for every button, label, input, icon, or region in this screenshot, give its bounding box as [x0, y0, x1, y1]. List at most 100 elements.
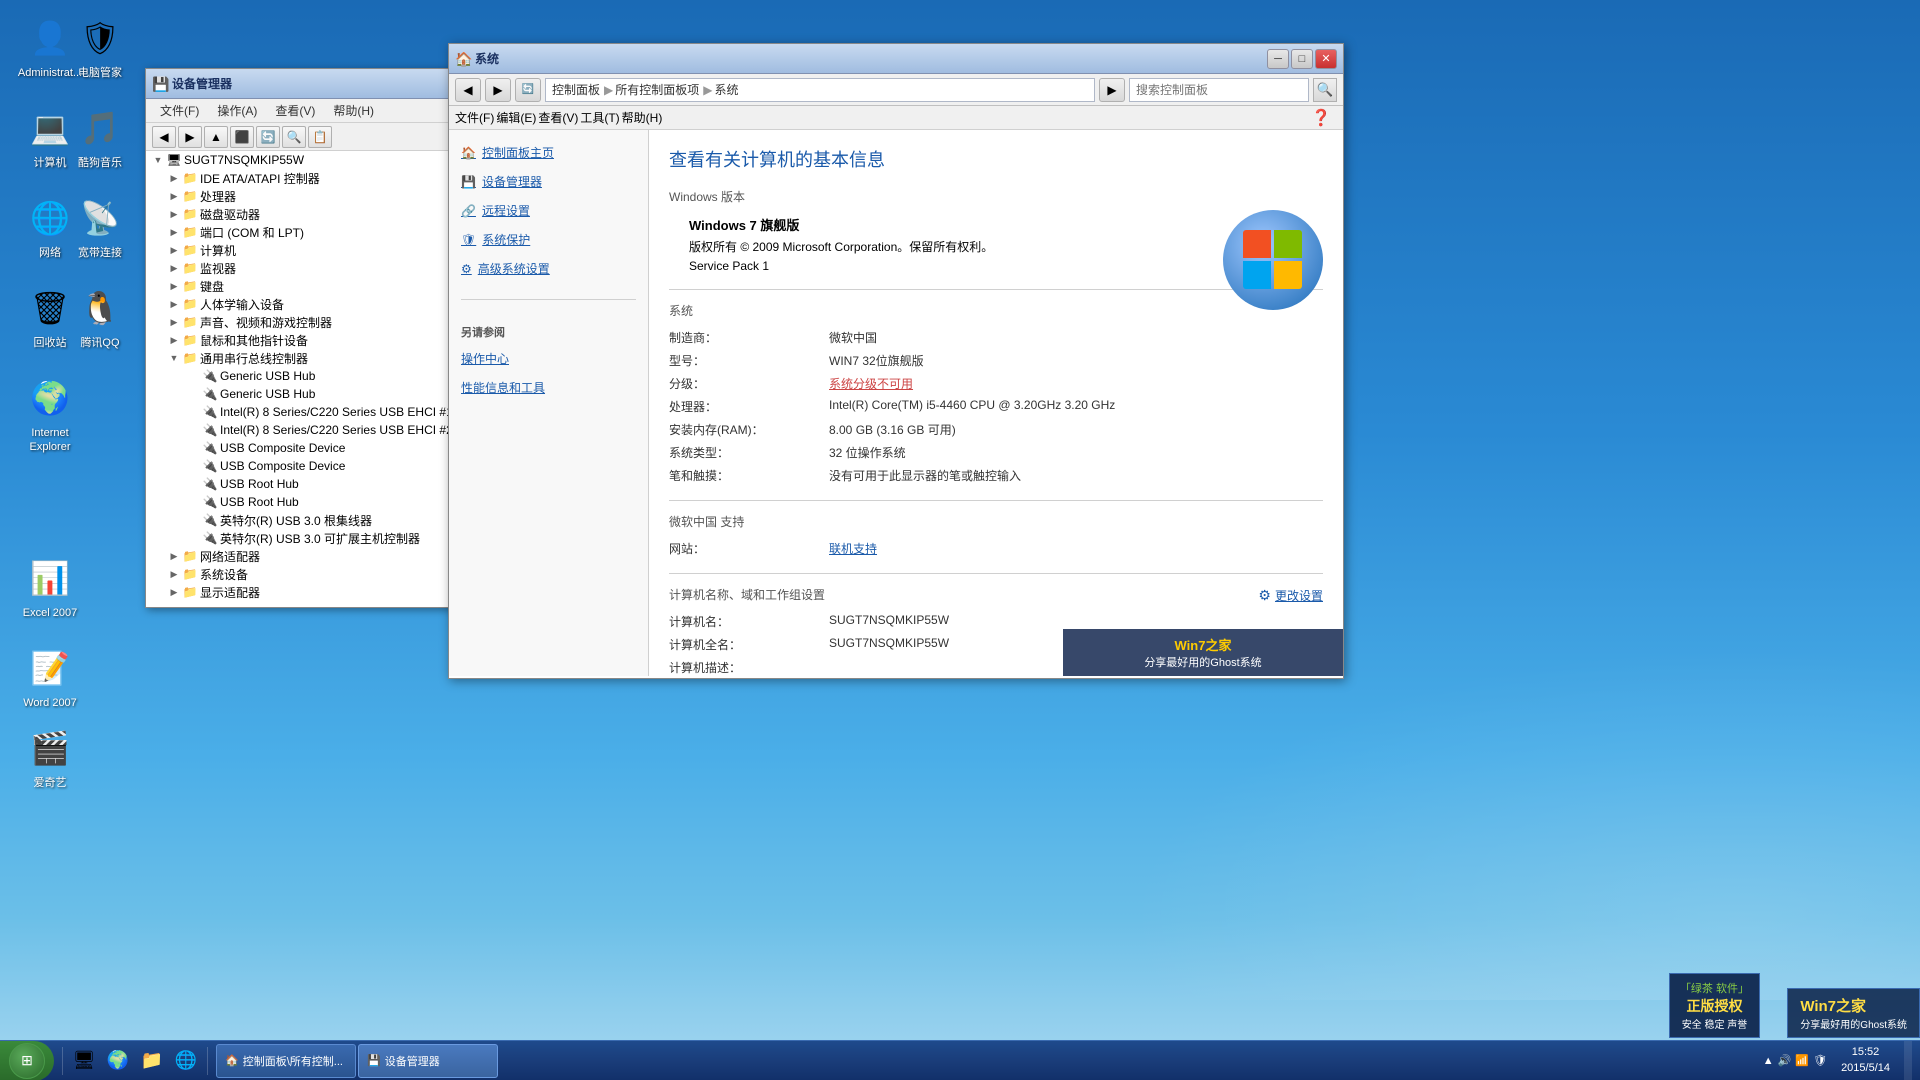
sidebar-link-remote[interactable]: 🔗 远程设置	[449, 196, 648, 225]
sysinfo-close-btn[interactable]: ✕	[1315, 49, 1337, 69]
search-input[interactable]	[1129, 78, 1309, 102]
item-icon: 📁	[182, 296, 198, 312]
dm-scan-btn[interactable]: 🔍	[282, 126, 306, 148]
search-btn[interactable]: 🔍	[1313, 78, 1337, 102]
sysinfo-minimize-btn[interactable]: ─	[1267, 49, 1289, 69]
addr-refresh-btn[interactable]: 🔄	[515, 78, 541, 102]
desktop-icon-broadband[interactable]: 📡 宽带连接	[60, 190, 140, 264]
tray-network-icon[interactable]: 📶	[1795, 1054, 1809, 1067]
si-menu-tools[interactable]: 工具(T)	[580, 109, 619, 126]
path-system: 系统	[715, 81, 739, 98]
taskbar-btn-devmgr[interactable]: 💾 设备管理器	[358, 1044, 498, 1078]
watermark-win7home-tagline: 分享最好用的Ghost系统	[1800, 1016, 1907, 1031]
dm-menu-file[interactable]: 文件(F)	[152, 100, 207, 121]
path-controlpanel: 控制面板 ▶	[552, 81, 615, 98]
devmgr-label: 设备管理器	[482, 173, 542, 190]
processor-value: Intel(R) Core(TM) i5-4460 CPU @ 3.20GHz …	[829, 398, 1323, 415]
dm-menu-view[interactable]: 查看(V)	[267, 100, 323, 121]
item-label: 网络适配器	[198, 548, 260, 565]
remote-label: 远程设置	[482, 202, 530, 219]
dm-menu-help[interactable]: 帮助(H)	[325, 100, 382, 121]
item-label: 鼠标和其他指针设备	[198, 332, 308, 349]
item-icon: 📁	[182, 242, 198, 258]
dm-refresh-btn[interactable]: 🔄	[256, 126, 280, 148]
child-expander	[186, 476, 202, 492]
item-icon: 📁	[182, 188, 198, 204]
windows-version-label: Windows 版本	[669, 188, 1323, 207]
child-icon: 🔌	[202, 368, 218, 384]
desktop-icon-iqiyi[interactable]: 🎬 爱奇艺	[10, 720, 90, 794]
child-label: USB Composite Device	[218, 459, 345, 473]
devmgr-icon: 💾	[461, 175, 476, 189]
iqiyi-label: 爱奇艺	[14, 776, 86, 790]
sysinfo-maximize-btn[interactable]: □	[1291, 49, 1313, 69]
system-type-label: 系统类型：	[669, 444, 829, 461]
pen-row: 笔和触摸： 没有可用于此显示器的笔或触控输入	[669, 467, 1323, 484]
sysinfo-body: 🏠 控制面板主页 💾 设备管理器 🔗 远程设置 🛡 系统保护 ⚙ 高	[449, 130, 1343, 676]
tray-volume-icon[interactable]: 🔊	[1778, 1054, 1792, 1067]
item-expander: ▶	[166, 206, 182, 222]
si-menu-help[interactable]: 帮助(H)	[622, 109, 663, 126]
advanced-icon: ⚙	[461, 262, 472, 276]
dm-up-btn[interactable]: ▲	[204, 126, 228, 148]
item-expander: ▶	[166, 548, 182, 564]
sidebar-link-performance[interactable]: 性能信息和工具	[449, 373, 648, 402]
dm-back-btn[interactable]: ◀	[152, 126, 176, 148]
start-button[interactable]: ⊞	[0, 1041, 54, 1080]
help-icon[interactable]: ❓	[1305, 106, 1337, 130]
dm-props-btn[interactable]: 📋	[308, 126, 332, 148]
pen-label: 笔和触摸：	[669, 467, 829, 484]
iqiyi-icon: 🎬	[26, 724, 74, 772]
si-menu-view[interactable]: 查看(V)	[538, 109, 578, 126]
ql-ie2-btn[interactable]: 🌐	[169, 1044, 203, 1078]
tray-clock[interactable]: 15:52 2015/5/14	[1833, 1045, 1898, 1076]
taskbar-btn-controlpanel[interactable]: 🏠 控制面板\所有控制...	[216, 1044, 356, 1078]
dm-stop-btn[interactable]: ⬛	[230, 126, 254, 148]
tray-expand-icon[interactable]: ▲	[1763, 1055, 1774, 1067]
change-settings-wrapper: ⚙ 更改设置	[1258, 587, 1323, 604]
dm-menu-action[interactable]: 操作(A)	[209, 100, 265, 121]
si-menu-file[interactable]: 文件(F)	[455, 109, 494, 126]
addr-path[interactable]: 控制面板 ▶ 所有控制面板项 ▶ 系统	[545, 78, 1095, 102]
child-expander	[186, 530, 202, 546]
ie-icon: 🌍	[26, 374, 74, 422]
sidebar-link-actioncenter[interactable]: 操作中心	[449, 344, 648, 373]
addr-go-btn[interactable]: ▶	[1099, 78, 1125, 102]
watermark-site: Win7之家	[1073, 635, 1333, 654]
greentea-line3: 安全 稳定 声誉	[1680, 1016, 1749, 1031]
win7home-watermark: Win7之家 分享最好用的Ghost系统	[1787, 988, 1920, 1038]
root-expander: ▼	[150, 152, 166, 168]
dm-forward-btn[interactable]: ▶	[178, 126, 202, 148]
pen-value: 没有可用于此显示器的笔或触控输入	[829, 467, 1323, 484]
desktop-icon-kugou[interactable]: 🎵 酷狗音乐	[60, 100, 140, 174]
si-menu-edit[interactable]: 编辑(E)	[496, 109, 536, 126]
desktop-icon-jiankang[interactable]: 🛡 电脑管家	[60, 10, 140, 84]
ql-ie-btn[interactable]: 🌍	[101, 1044, 135, 1078]
show-desktop-strip[interactable]	[1904, 1041, 1912, 1080]
ql-folder-btn[interactable]: 📁	[135, 1044, 169, 1078]
actioncenter-label: 操作中心	[461, 350, 509, 367]
win-logo-circle	[1223, 210, 1323, 310]
sidebar-link-advanced[interactable]: ⚙ 高级系统设置	[449, 254, 648, 283]
change-settings-link[interactable]: 更改设置	[1275, 587, 1323, 604]
device-manager-window-icon: 💾	[152, 76, 168, 92]
addr-forward-btn[interactable]: ▶	[485, 78, 511, 102]
child-expander	[186, 440, 202, 456]
taskbar-items: 🏠 控制面板\所有控制... 💾 设备管理器	[212, 1042, 1755, 1080]
sidebar-link-home[interactable]: 🏠 控制面板主页	[449, 138, 648, 167]
desktop-icon-excel[interactable]: 📊 Excel 2007	[10, 550, 90, 624]
tray-security-icon[interactable]: 🛡	[1813, 1054, 1827, 1067]
desktop-icon-ie[interactable]: 🌍 Internet Explorer	[10, 370, 90, 459]
sidebar-link-devmgr[interactable]: 💾 设备管理器	[449, 167, 648, 196]
item-icon: 📁	[182, 224, 198, 240]
website-value[interactable]: 联机支持	[829, 540, 1323, 557]
desktop-icon-word[interactable]: 📝 Word 2007	[10, 640, 90, 714]
rating-value[interactable]: 系统分级不可用	[829, 375, 1323, 392]
sidebar-link-protection[interactable]: 🛡 系统保护	[449, 225, 648, 254]
child-icon: 🔌	[202, 512, 218, 528]
addr-back-btn[interactable]: ◀	[455, 78, 481, 102]
ql-show-desktop-btn[interactable]: 🖥	[67, 1044, 101, 1078]
sysinfo-main: 查看有关计算机的基本信息 Windows 版本 Windows 7 旗舰版 版权…	[649, 130, 1343, 676]
item-icon: 📁	[182, 170, 198, 186]
desktop-icon-qq[interactable]: 🐧 腾讯QQ	[60, 280, 140, 354]
